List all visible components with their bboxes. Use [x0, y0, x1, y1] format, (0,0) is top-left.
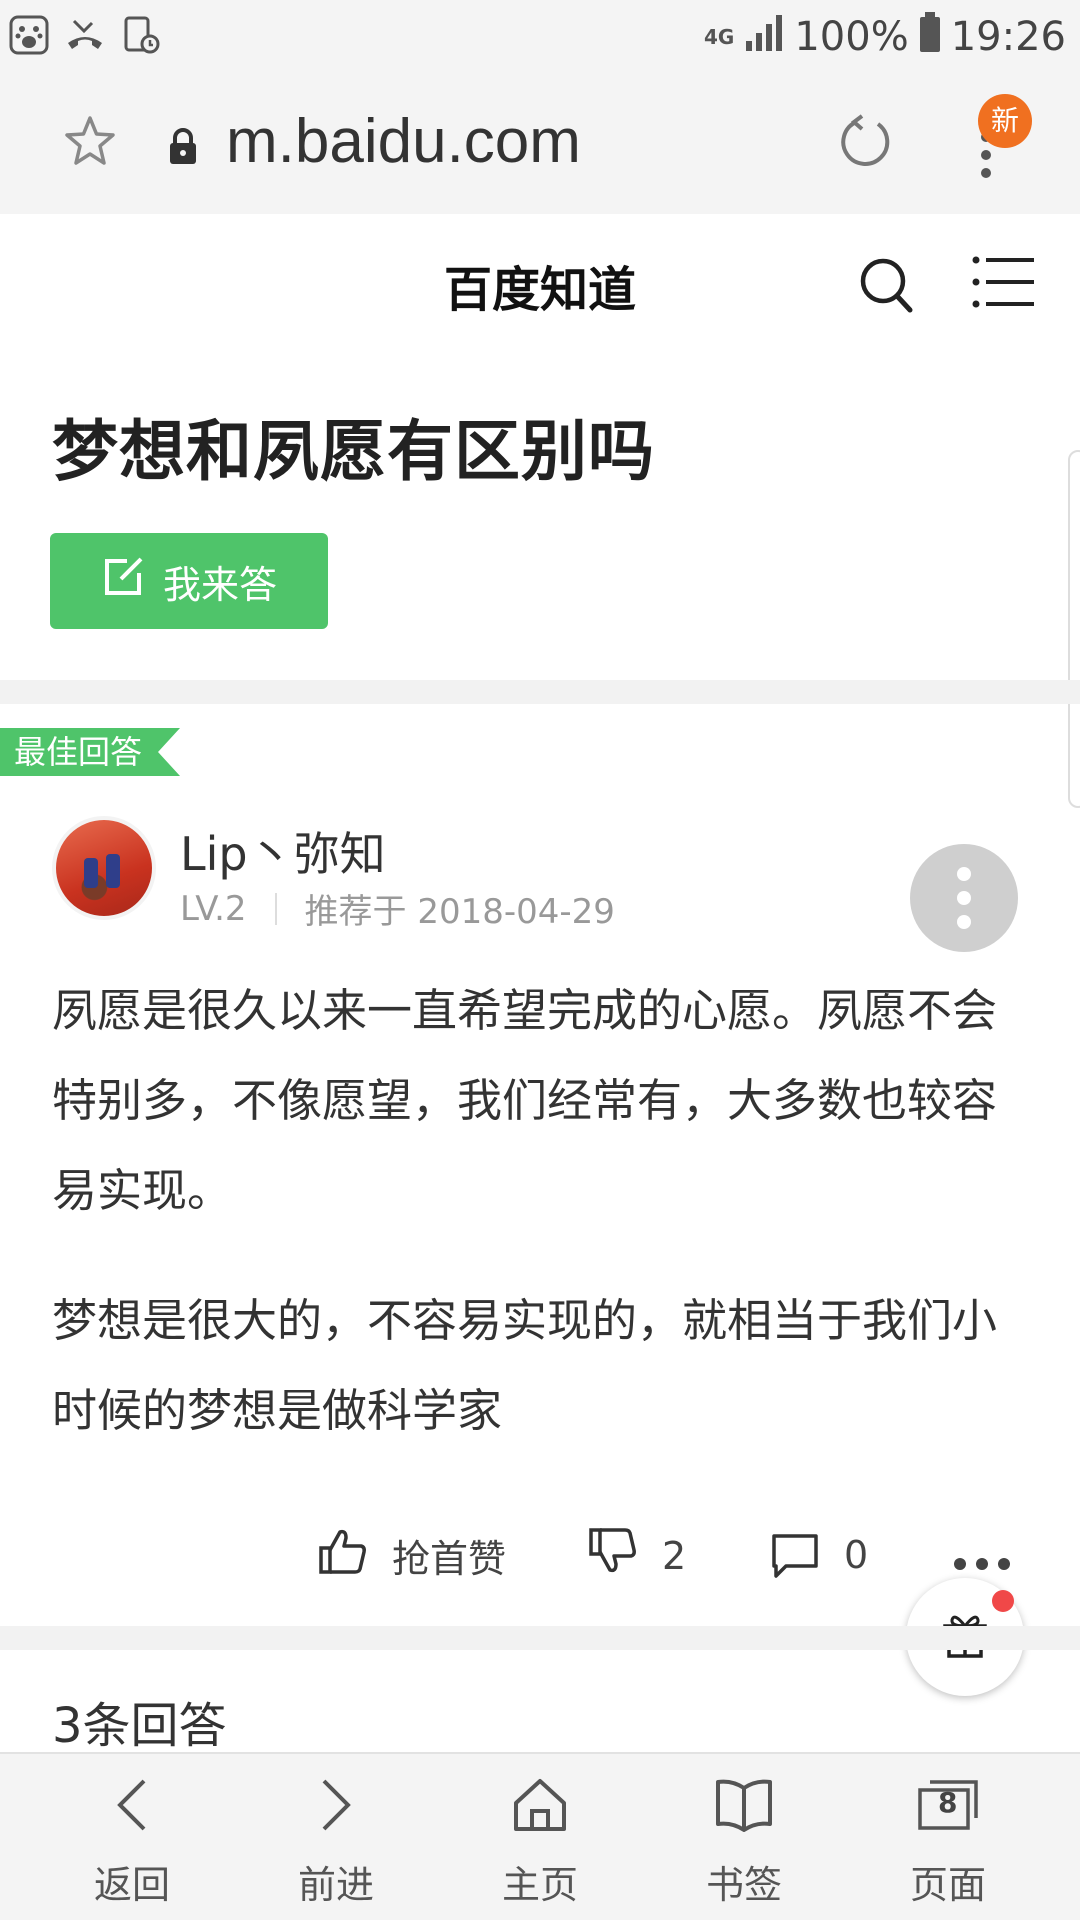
battery-percent: 100% [794, 14, 909, 60]
screen-recorder-icon [120, 14, 162, 56]
answer-button[interactable]: 我来答 [50, 533, 328, 629]
nav-back-label: 返回 [93, 1863, 170, 1907]
bottom-nav: 返回 前进 主页 书签 8 页面 [0, 1752, 1080, 1920]
reload-icon[interactable] [834, 112, 894, 176]
like-button[interactable]: 抢首赞 [318, 1526, 506, 1585]
browser-toolbar: m.baidu.com 新 [0, 78, 1080, 214]
nav-home-label: 主页 [501, 1863, 578, 1907]
answer-more-button[interactable] [910, 844, 1018, 952]
nav-forward-label: 前进 [297, 1863, 374, 1907]
nav-back-button[interactable]: 返回 [62, 1768, 202, 1909]
lock-icon [168, 128, 198, 170]
answers-count-heading: 3条回答 [52, 1698, 227, 1754]
network-type: 4G [704, 25, 735, 49]
baidu-app-icon [8, 14, 50, 56]
status-bar: 4G 100% 19:26 [0, 0, 1080, 78]
answer-actions: 抢首赞 2 0 [0, 1520, 1080, 1600]
new-badge: 新 [978, 94, 1032, 148]
comment-icon [770, 1532, 820, 1589]
avatar[interactable] [52, 816, 156, 920]
site-title[interactable]: 百度知道 [0, 250, 1080, 320]
nav-forward-button[interactable]: 前进 [266, 1768, 406, 1909]
site-header: 百度知道 [0, 214, 1080, 344]
author-level: LV.2 [180, 888, 247, 929]
clock: 19:26 [950, 14, 1066, 60]
section-divider [0, 680, 1080, 704]
author-meta: LV.2 推荐于 2018-04-29 [180, 884, 615, 933]
comment-count: 0 [844, 1532, 869, 1577]
more-actions-icon[interactable] [954, 1558, 1010, 1570]
best-answer-tag: 最佳回答 [0, 728, 180, 776]
search-icon[interactable] [858, 256, 914, 318]
scroll-handle[interactable] [1068, 450, 1080, 808]
dislike-button[interactable]: 2 [588, 1526, 686, 1585]
chevron-left-icon [112, 1768, 152, 1842]
home-icon [512, 1768, 568, 1842]
question-title: 梦想和夙愿有区别吗 [52, 413, 655, 490]
chevron-right-icon [316, 1768, 356, 1842]
edit-icon [101, 555, 145, 608]
section-divider [0, 1626, 1080, 1650]
nav-bookmarks-label: 书签 [705, 1863, 782, 1907]
answer-button-label: 我来答 [162, 562, 277, 607]
thumbs-up-icon [318, 1526, 368, 1585]
recommended-date: 推荐于 2018-04-29 [304, 892, 615, 932]
nav-bookmarks-button[interactable]: 书签 [674, 1768, 814, 1909]
notification-dot [992, 1590, 1014, 1612]
signal-icon [744, 13, 784, 61]
tabs-icon: 8 [916, 1768, 980, 1842]
missed-call-icon [64, 14, 106, 56]
hamburger-menu-icon[interactable] [972, 256, 1036, 312]
book-icon [714, 1768, 774, 1842]
nav-pages-label: 页面 [909, 1863, 986, 1907]
dislike-count: 2 [662, 1533, 687, 1578]
thumbs-down-icon [588, 1526, 638, 1585]
url-field[interactable]: m.baidu.com [226, 106, 581, 177]
like-label: 抢首赞 [392, 1537, 507, 1581]
answer-paragraph: 梦想是很大的，不容易实现的，就相当于我们小时候的梦想是做科学家 [52, 1294, 998, 1437]
tab-count: 8 [938, 1786, 958, 1819]
battery-icon [919, 12, 941, 62]
answer-paragraph: 夙愿是很久以来一直希望完成的心愿。夙愿不会特别多，不像愿望，我们经常有，大多数也… [52, 984, 998, 1217]
meta-separator [274, 892, 277, 925]
author-name[interactable]: Lip丶弥知 [180, 818, 386, 884]
nav-pages-button[interactable]: 8 页面 [878, 1768, 1018, 1909]
comment-button[interactable]: 0 [770, 1520, 868, 1589]
nav-home-button[interactable]: 主页 [470, 1768, 610, 1909]
star-icon[interactable] [62, 114, 118, 174]
